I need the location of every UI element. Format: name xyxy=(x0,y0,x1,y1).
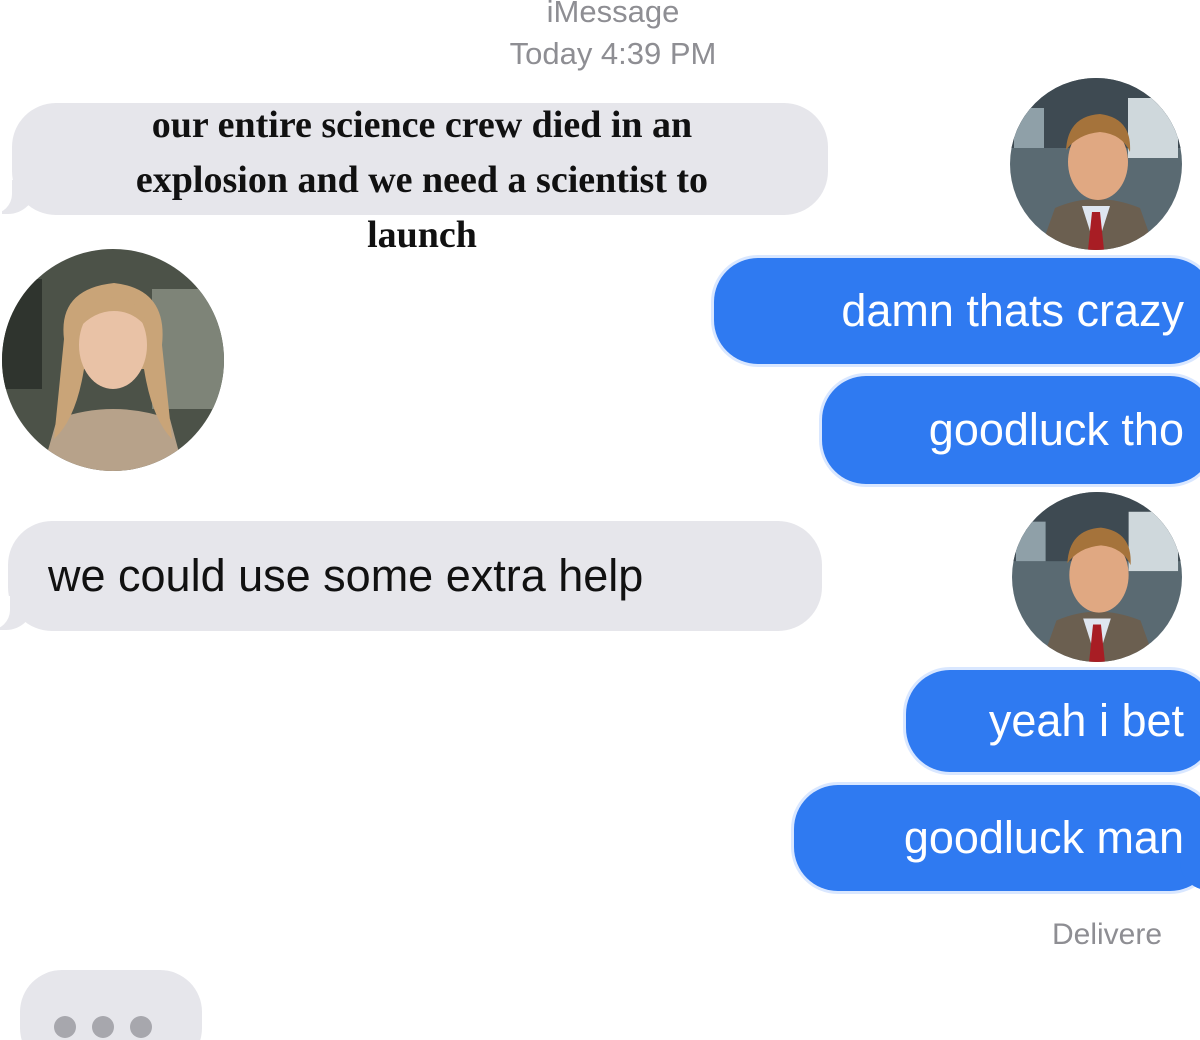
conversation-timestamp: Today 4:39 PM xyxy=(509,36,717,71)
typing-dot xyxy=(92,1016,114,1038)
delivered-status: Delivere xyxy=(1052,918,1163,951)
bubble-tail xyxy=(0,180,36,214)
avatar-him-icon xyxy=(1012,492,1182,662)
avatar-her[interactable] xyxy=(2,249,224,471)
message-text: our entire science crew died in an explo… xyxy=(135,104,709,256)
sent-bubble[interactable]: damn thats crazy xyxy=(714,258,1200,364)
received-bubble[interactable]: we could use some extra help xyxy=(8,521,822,631)
avatar-him-icon xyxy=(1010,78,1182,250)
avatar-him[interactable] xyxy=(1012,492,1182,662)
message-thread: iMessage Today 4:39 PM our entire scienc… xyxy=(0,0,1200,1040)
sent-bubble[interactable]: yeah i bet xyxy=(906,670,1200,772)
sent-bubble[interactable]: goodluck tho xyxy=(822,376,1200,484)
sent-bubble[interactable]: goodluck man xyxy=(794,785,1200,891)
avatar-him[interactable] xyxy=(1010,78,1182,250)
avatar-her-icon xyxy=(2,249,224,471)
typing-dot xyxy=(54,1016,76,1038)
typing-dot xyxy=(130,1016,152,1038)
service-label: iMessage xyxy=(546,0,680,29)
